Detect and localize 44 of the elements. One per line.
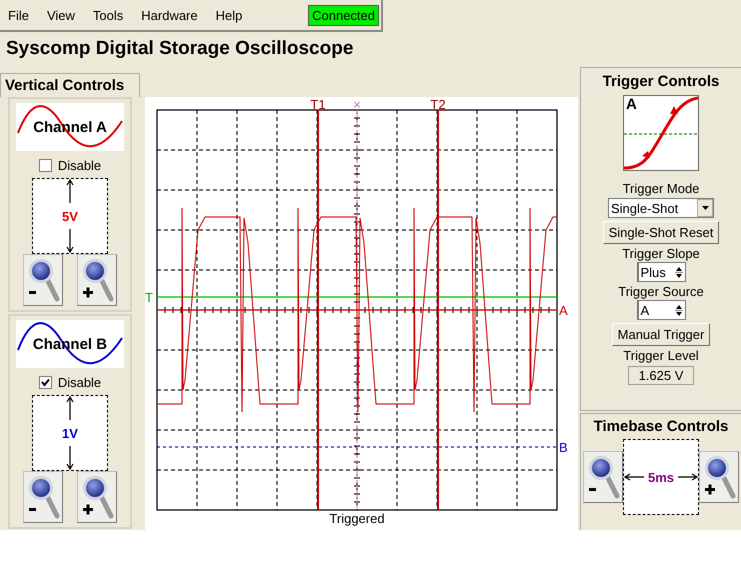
panel-title: Timebase Controls — [594, 418, 728, 435]
dropdown-arrow-icon — [702, 206, 708, 210]
zoom-out-button[interactable] — [23, 471, 63, 523]
checkbox-label: Disable — [58, 375, 102, 390]
channel-marker: A — [559, 303, 568, 318]
trigger-source-spinbox[interactable]: A — [636, 300, 686, 320]
panel-title: Vertical Controls — [0, 73, 140, 97]
field-label: Trigger Mode — [622, 181, 700, 196]
field-label: Trigger Slope — [622, 246, 700, 261]
cursor-label: T2 — [430, 97, 446, 112]
checkbox-label: Disable — [58, 158, 102, 173]
trigger-marker: T — [145, 290, 153, 305]
checkbox[interactable] — [38, 376, 52, 389]
channel-marker: B — [559, 440, 568, 455]
zoom-in-button[interactable] — [699, 451, 739, 503]
menu-item[interactable]: Hardware — [141, 8, 198, 22]
connection-status: Connected — [308, 4, 379, 26]
trigger-level-value: 1.625 V — [628, 366, 694, 385]
trigger-status: Triggered — [329, 511, 385, 526]
checkbox[interactable] — [38, 159, 52, 172]
field-label: Trigger Level — [623, 348, 699, 363]
zoom-in-button[interactable] — [77, 471, 117, 523]
scale-value: 5ms — [648, 470, 674, 484]
cursor-label: × — [353, 97, 361, 112]
manual-trigger-button[interactable]: Manual Trigger — [612, 323, 710, 346]
menu-item[interactable]: View — [46, 8, 75, 22]
app-title: Syscomp Digital Storage Oscilloscope — [6, 38, 354, 61]
zoom-out-button[interactable] — [583, 451, 623, 503]
scale-value: 5V — [62, 208, 78, 224]
field-label: Trigger Source — [618, 284, 704, 299]
trigger-mode-dropdown[interactable]: Single-Shot — [608, 198, 714, 218]
spin-arrows-icon — [674, 304, 682, 316]
trigger-channel-label: A — [626, 96, 637, 113]
single-shot-reset-button[interactable]: Single-Shot Reset — [602, 221, 720, 244]
zoom-out-button[interactable] — [23, 254, 63, 306]
zoom-in-button[interactable] — [77, 254, 117, 306]
cursor-label: T1 — [310, 97, 326, 112]
menu-item[interactable]: Tools — [92, 8, 124, 22]
panel-title: Trigger Controls — [602, 73, 720, 90]
trigger-slope-spinbox[interactable]: Plus — [636, 262, 686, 282]
menu-item[interactable]: Help — [216, 8, 242, 22]
spin-arrows-icon — [674, 266, 682, 278]
scale-value: 1V — [62, 426, 78, 440]
menu-item[interactable]: File — [8, 8, 29, 22]
